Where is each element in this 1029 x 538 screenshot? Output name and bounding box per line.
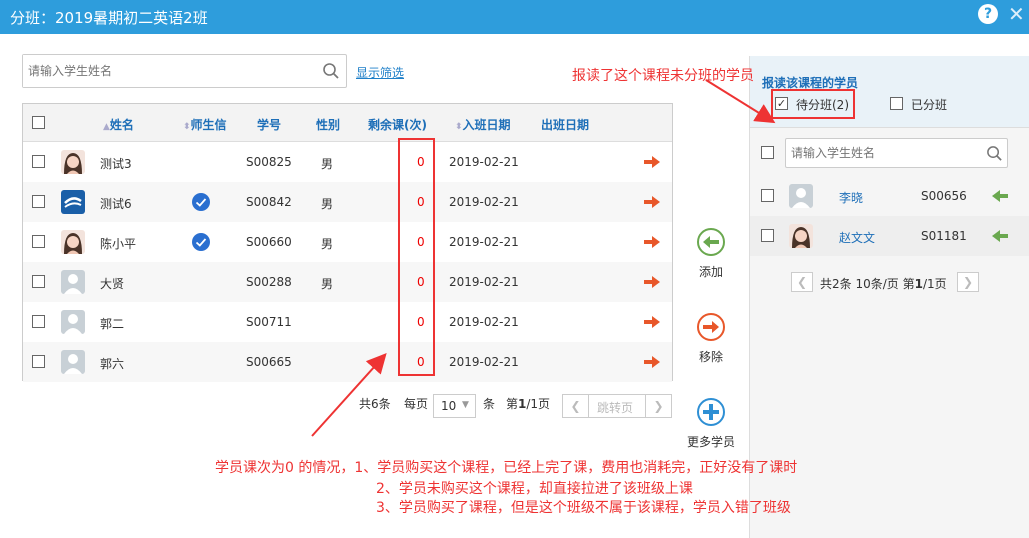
annotation-arrow-table xyxy=(311,353,387,437)
annotation-unassigned: 报读了这个课程未分班的学员 xyxy=(572,68,754,84)
annotation-arrow-panel xyxy=(705,79,776,124)
annotation-line2: 2、学员未购买这个课程，却直接拉进了该班级上课 xyxy=(376,481,693,497)
annotation-line3: 3、学员购买了课程，但是这个班级不属于该课程，学员入错了班级 xyxy=(376,500,791,516)
annotation-line1: 学员课次为0 的情况，1、学员购买这个课程，已经上完了课，费用也消耗完，正好没有… xyxy=(215,460,798,476)
